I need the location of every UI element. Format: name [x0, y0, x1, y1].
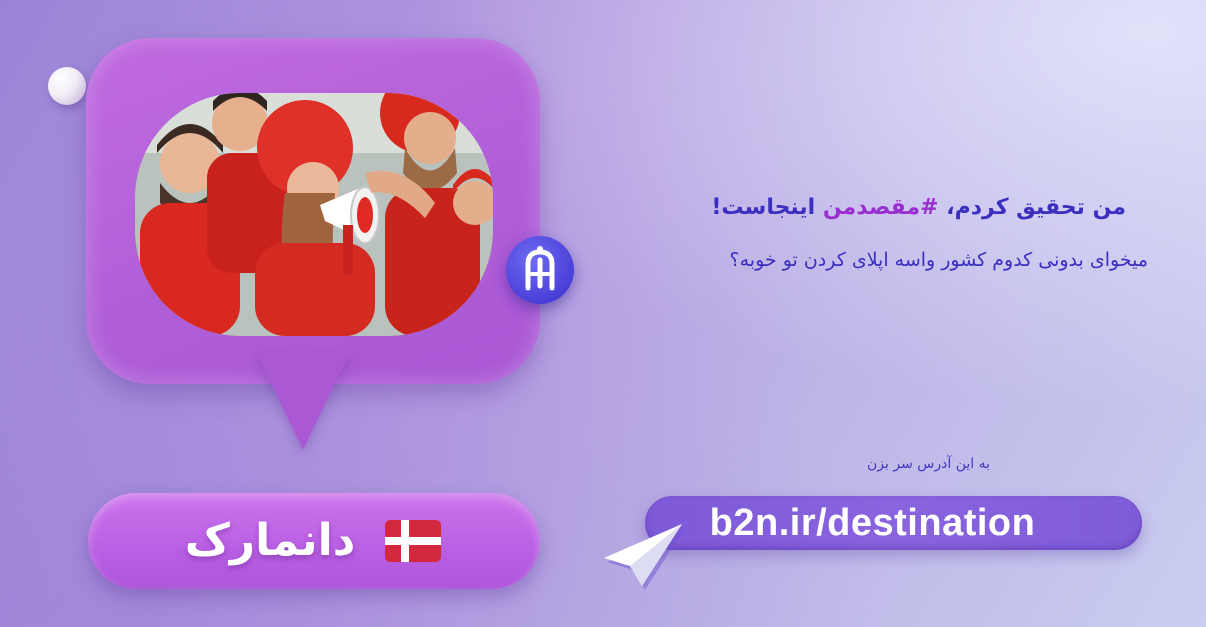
headline-hashtag: #مقصدمن: [822, 195, 939, 220]
cursor-arrow-glyph: [604, 524, 685, 590]
flag-glyph: [385, 520, 441, 562]
cursor-arrow-icon: [596, 520, 686, 590]
visit-label: به این آدرس سر بزن: [867, 456, 990, 472]
brand-logo-icon: [506, 236, 574, 304]
country-name: دانمارک: [184, 515, 356, 566]
subheadline: میخوای بدونی کدوم کشور واسه اپلای کردن ت…: [729, 249, 1148, 271]
headline-suffix: اینجاست!: [711, 195, 823, 220]
denmark-flag-icon: [385, 520, 441, 562]
speech-bubble-tail: [255, 350, 351, 450]
headline: من تحقیق کردم، #مقصدمن اینجاست!: [600, 188, 1126, 228]
decorative-sphere: [48, 67, 86, 105]
headline-prefix: من تحقیق کردم،: [938, 195, 1126, 220]
brand-logo-glyph: [525, 246, 555, 291]
url-link[interactable]: b2n.ir/destination: [645, 496, 1100, 550]
fans-photo: [135, 93, 493, 336]
fans-illustration: [135, 93, 493, 336]
